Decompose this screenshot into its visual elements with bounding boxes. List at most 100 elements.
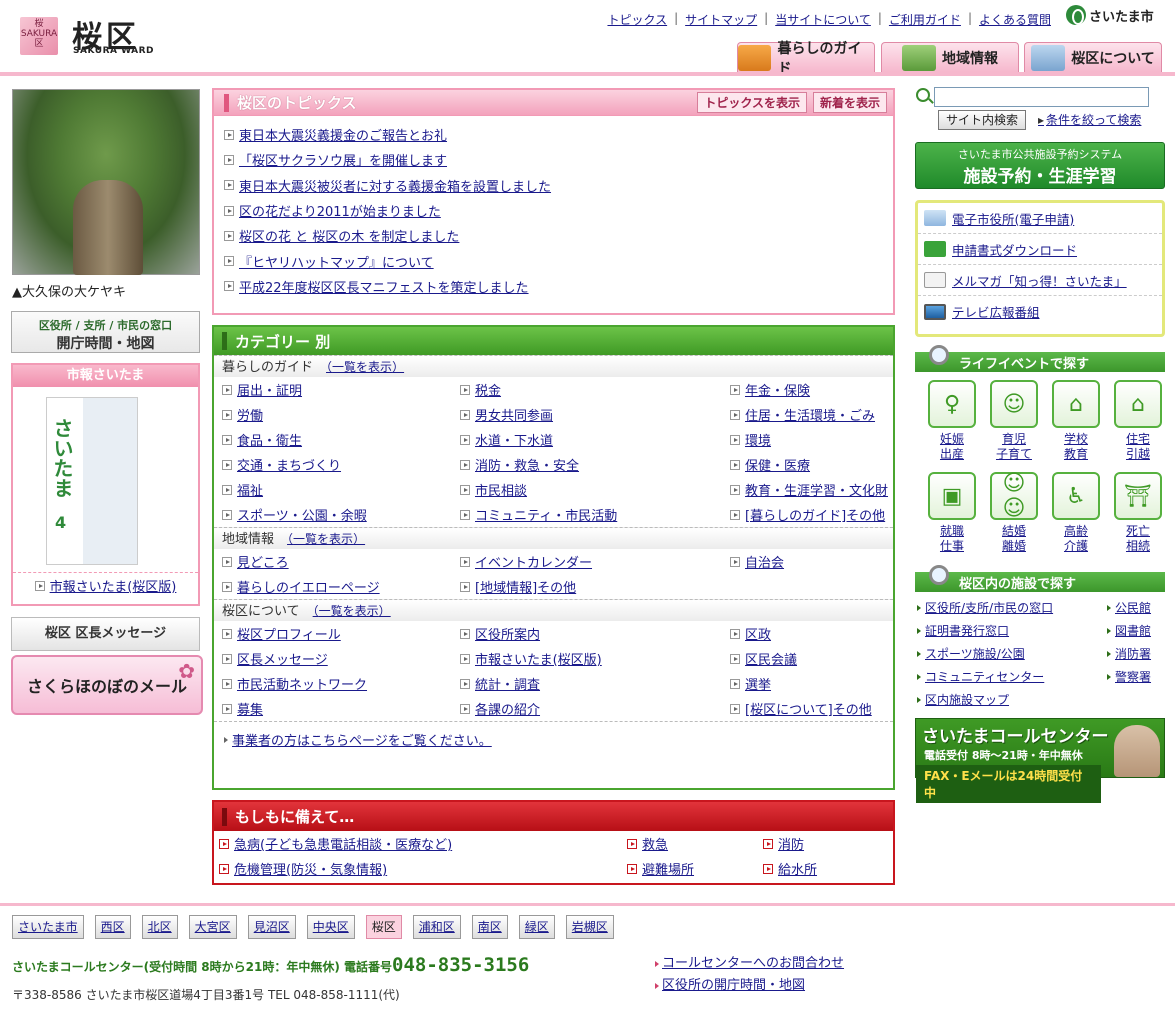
category-link[interactable]: 区役所案内 bbox=[475, 624, 540, 643]
category-link[interactable]: 保健・医療 bbox=[745, 455, 810, 474]
facility-link[interactable]: 証明書発行窓口 bbox=[925, 622, 1009, 639]
eservice-link[interactable]: 電子市役所(電子申請) bbox=[952, 209, 1074, 228]
facility-reservation-banner[interactable]: さいたま市公共施設予約システム 施設予約・生涯学習 bbox=[915, 142, 1165, 189]
eservice-link[interactable]: テレビ広報番組 bbox=[952, 302, 1040, 321]
ward-link[interactable]: 西区 bbox=[94, 915, 131, 939]
category-link[interactable]: 食品・衛生 bbox=[237, 430, 302, 449]
tab-area-info[interactable]: 地域情報 bbox=[881, 42, 1019, 72]
category-link[interactable]: 見どころ bbox=[237, 552, 289, 571]
saitama-city-logo[interactable]: さいたま市 bbox=[1066, 5, 1154, 25]
life-event-5[interactable]: ☺☺ 結婚 離婚 bbox=[983, 471, 1045, 564]
category-link[interactable]: 届出・証明 bbox=[237, 380, 302, 399]
facility-link[interactable]: 区役所/支所/市民の窓口 bbox=[925, 599, 1053, 616]
category-link[interactable]: 桜区プロフィール bbox=[237, 624, 341, 643]
tab-about-ward[interactable]: 桜区について bbox=[1024, 42, 1162, 72]
ward-link[interactable]: 桜区 bbox=[365, 915, 402, 939]
toplink-topics[interactable]: トピックス bbox=[607, 11, 667, 28]
emergency-link[interactable]: 危機管理(防災・気象情報) bbox=[234, 859, 387, 878]
topic-link[interactable]: 桜区の花 と 桜区の木 を制定しました bbox=[239, 226, 459, 245]
category-link[interactable]: 市報さいたま(桜区版) bbox=[475, 649, 602, 668]
toplink-faq[interactable]: よくある質問 bbox=[979, 11, 1051, 28]
category-link[interactable]: スポーツ・公園・余暇 bbox=[237, 505, 367, 524]
category-link[interactable]: 住居・生活環境・ごみ bbox=[745, 405, 875, 424]
category-link[interactable]: 福祉 bbox=[237, 480, 263, 499]
emergency-link[interactable]: 避難場所 bbox=[642, 859, 694, 878]
emergency-link[interactable]: 急病(子ども急患電話相談・医療など) bbox=[234, 834, 452, 853]
topic-link[interactable]: 東日本大震災義援金のご報告とお礼 bbox=[239, 125, 447, 144]
toplink-sitemap[interactable]: サイトマップ bbox=[685, 11, 757, 28]
category-link[interactable]: 労働 bbox=[237, 405, 263, 424]
facility-link[interactable]: 区内施設マップ bbox=[925, 691, 1009, 708]
tab-living-guide[interactable]: 暮らしのガイド bbox=[737, 41, 875, 77]
facility-link[interactable]: 図書館 bbox=[1115, 622, 1151, 639]
facility-link[interactable]: コミュニティセンター bbox=[925, 668, 1044, 685]
life-event-3[interactable]: ⌂ 住宅 引越 bbox=[1107, 380, 1169, 472]
facility-link[interactable]: 警察署 bbox=[1115, 668, 1151, 685]
category-link[interactable]: 交通・まちづくり bbox=[237, 455, 341, 474]
category-link[interactable]: 統計・調査 bbox=[475, 674, 540, 693]
business-link[interactable]: 事業者の方はこちらページをご覧ください。 bbox=[232, 730, 492, 749]
category-link[interactable]: 税金 bbox=[475, 380, 501, 399]
category-link[interactable]: 環境 bbox=[745, 430, 771, 449]
emergency-link[interactable]: 消防 bbox=[778, 834, 804, 853]
eservice-link[interactable]: 申請書式ダウンロード bbox=[952, 240, 1077, 259]
category-link[interactable]: 募集 bbox=[237, 699, 263, 718]
topic-link[interactable]: 東日本大震災被災者に対する義援金箱を設置しました bbox=[239, 176, 551, 195]
category-link[interactable]: 区民会議 bbox=[745, 649, 797, 668]
category-link[interactable]: 年金・保険 bbox=[745, 380, 810, 399]
category-link[interactable]: [地域情報]その他 bbox=[475, 577, 576, 596]
newsletter-cover[interactable]: さいたま 4 bbox=[46, 397, 138, 565]
ward-link[interactable]: 緑区 bbox=[518, 915, 555, 939]
footer-link[interactable]: 区役所の開庁時間・地図 bbox=[662, 978, 805, 993]
ward-link[interactable]: 南区 bbox=[471, 915, 508, 939]
life-event-0[interactable]: ♀ 妊娠 出産 bbox=[921, 380, 983, 472]
site-search-button[interactable]: サイト内検索 bbox=[938, 110, 1026, 130]
ward-link[interactable]: さいたま市 bbox=[12, 915, 84, 939]
category-link[interactable]: 市民相談 bbox=[475, 480, 527, 499]
office-hours-button[interactable]: 区役所 / 支所 / 市民の窓口 開庁時間・地図 bbox=[11, 311, 200, 353]
life-event-2[interactable]: ⌂ 学校 教育 bbox=[1045, 380, 1107, 472]
ward-link[interactable]: 中央区 bbox=[306, 915, 355, 939]
category-link[interactable]: 自治会 bbox=[745, 552, 784, 571]
category-link[interactable]: 各課の紹介 bbox=[475, 699, 540, 718]
list-all-link[interactable]: （一覧を表示） bbox=[313, 604, 391, 618]
topic-link[interactable]: 区の花だより2011が始まりました bbox=[239, 201, 441, 220]
search-input[interactable] bbox=[934, 87, 1149, 107]
life-event-7[interactable]: ⛩ 死亡 相続 bbox=[1107, 472, 1169, 564]
mayor-message-button[interactable]: 桜区 区長メッセージ bbox=[11, 617, 200, 651]
advanced-search-link[interactable]: 条件を絞って検索 bbox=[1038, 111, 1141, 128]
list-all-link[interactable]: （一覧を表示） bbox=[287, 532, 365, 546]
facility-link[interactable]: スポーツ施設/公園 bbox=[925, 645, 1025, 662]
sakura-mail-banner[interactable]: さくらほのぼのメール ✿ bbox=[11, 655, 203, 715]
call-center-banner[interactable]: さいたまコールセンター 電話受付 8時～21時・年中無休 FAX・Eメールは24… bbox=[915, 718, 1165, 803]
category-link[interactable]: 水道・下水道 bbox=[475, 430, 553, 449]
category-link[interactable]: 教育・生涯学習・文化財 bbox=[745, 480, 888, 499]
ward-link[interactable]: 大宮区 bbox=[188, 915, 237, 939]
newsletter-link[interactable]: 市報さいたま(桜区版) bbox=[50, 580, 177, 595]
facility-link[interactable]: 公民館 bbox=[1115, 599, 1151, 616]
ward-link[interactable]: 浦和区 bbox=[412, 915, 461, 939]
category-link[interactable]: イベントカレンダー bbox=[475, 552, 592, 571]
category-link[interactable]: [暮らしのガイド]その他 bbox=[745, 505, 885, 524]
category-link[interactable]: 区長メッセージ bbox=[237, 649, 328, 668]
category-link[interactable]: 消防・救急・安全 bbox=[475, 455, 579, 474]
footer-link[interactable]: コールセンターへのお問合わせ bbox=[662, 956, 844, 971]
ward-link[interactable]: 見沼区 bbox=[247, 915, 296, 939]
category-link[interactable]: コミュニティ・市民活動 bbox=[475, 505, 617, 524]
list-all-link[interactable]: （一覧を表示） bbox=[326, 360, 404, 374]
show-topics-button[interactable]: トピックスを表示 bbox=[697, 92, 807, 113]
life-event-1[interactable]: ☺ 育児 子育て bbox=[983, 380, 1045, 472]
eservice-link[interactable]: メルマガ「知っ得！さいたま」 bbox=[952, 271, 1127, 290]
toplink-guide[interactable]: ご利用ガイド bbox=[889, 11, 961, 28]
facility-link[interactable]: 消防署 bbox=[1115, 645, 1151, 662]
life-event-4[interactable]: ▣ 就職 仕事 bbox=[921, 472, 983, 564]
keyaki-tree-photo[interactable] bbox=[12, 89, 200, 275]
life-event-6[interactable]: ♿ 高齢 介護 bbox=[1045, 472, 1107, 564]
emergency-link[interactable]: 救急 bbox=[642, 834, 668, 853]
ward-link[interactable]: 北区 bbox=[141, 915, 178, 939]
topic-link[interactable]: 平成22年度桜区区長マニフェストを策定しました bbox=[239, 277, 529, 296]
ward-link[interactable]: 岩槻区 bbox=[565, 915, 614, 939]
category-link[interactable]: 市民活動ネットワーク bbox=[237, 674, 367, 693]
emergency-link[interactable]: 給水所 bbox=[778, 859, 817, 878]
category-link[interactable]: 男女共同参画 bbox=[475, 405, 553, 424]
